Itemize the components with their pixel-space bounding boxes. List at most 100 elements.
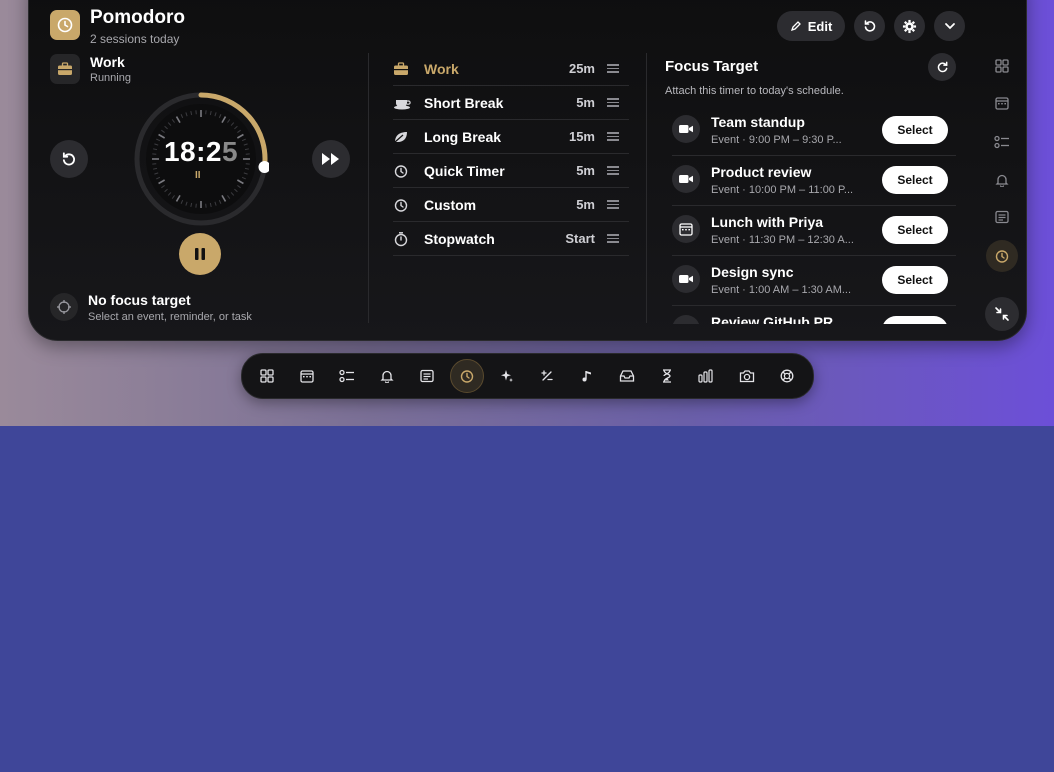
select-event-button[interactable]: Select [882,316,948,324]
event-title: Product review [711,164,812,180]
dock-bars-icon[interactable] [692,361,722,391]
mode-name: Quick Timer [424,162,505,179]
refresh-icon [936,61,949,74]
stopwatch-icon [393,231,415,247]
briefcase-icon [50,54,80,84]
mode-name: Short Break [424,94,504,111]
edit-button[interactable]: Edit [777,11,845,41]
paused-indicator: II [195,170,201,181]
mode-item-long-break[interactable]: Long Break 15m [393,120,629,154]
mode-name: Custom [424,196,477,213]
pencil-icon [790,20,802,32]
drag-handle-icon[interactable] [607,98,619,107]
timer-icon [393,163,415,179]
reset-icon [61,151,77,167]
focus-target-heading: Focus Target [665,58,759,75]
dock-calendar-icon[interactable] [292,361,322,391]
rail-timer-icon[interactable] [986,240,1018,272]
current-mode-label: Work [90,54,125,70]
drag-handle-icon[interactable] [607,132,619,141]
event-row: Product review Event · 10:00 PM – 11:00 P… [672,156,956,206]
drag-handle-icon[interactable] [607,234,619,243]
coffee-icon [393,96,415,110]
select-event-button[interactable]: Select [882,216,948,244]
mode-duration: 5m [576,163,595,178]
dock-lifebuoy-icon[interactable] [772,361,802,391]
event-title: Review GitHub PR [711,314,834,324]
dock-inbox-icon[interactable] [612,361,642,391]
collapse-icon [994,306,1010,322]
focus-target-title[interactable]: No focus target [88,292,191,308]
chevron-down-icon [943,19,957,33]
mode-item-custom[interactable]: Custom 5m [393,188,629,222]
video-icon [672,165,700,193]
select-event-button[interactable]: Select [882,166,948,194]
column-divider [368,53,369,323]
dock-bell-icon[interactable] [372,361,402,391]
app-timer-icon [50,10,80,40]
event-title: Lunch with Priya [711,214,824,230]
drag-handle-icon[interactable] [607,166,619,175]
select-event-button[interactable]: Select [882,266,948,294]
skip-button[interactable] [312,140,350,178]
dock-timer-icon[interactable] [450,359,484,393]
mode-duration: 15m [568,129,595,144]
refresh-events-button[interactable] [928,53,956,81]
pause-button[interactable] [179,233,221,275]
event-row: Design sync Event · 1:00 AM – 1:30 AM... S… [672,256,956,306]
event-title: Team standup [711,114,805,130]
video-icon [672,315,700,324]
event-row: Lunch with Priya Event · 11:30 PM – 12:30… [672,206,956,256]
mode-item-short-break[interactable]: Short Break 5m [393,86,629,120]
app-dock [241,353,814,399]
rail-notes-icon[interactable] [986,201,1018,233]
event-detail: Event · 10:00 PM – 11:00 P... [711,184,854,196]
timer-icon [393,197,415,213]
event-detail: Event · 9:00 PM – 9:30 P... [711,134,842,146]
rail-grid-icon[interactable] [986,50,1018,82]
app-title: Pomodoro [90,7,185,28]
dock-sparkle-icon[interactable] [492,361,522,391]
crosshair-icon[interactable] [50,293,78,321]
reset-icon [863,19,877,33]
dock-hourglass-icon[interactable] [652,361,682,391]
mode-name: Long Break [424,128,502,145]
briefcase-icon [393,61,415,76]
pause-icon [194,247,206,261]
app-subtitle: 2 sessions today [90,32,180,46]
dock-music-icon[interactable] [572,361,602,391]
event-list[interactable]: Team standup Event · 9:00 PM – 9:30 P... S… [672,106,956,324]
gear-icon [902,19,917,34]
mode-item-stopwatch[interactable]: Stopwatch Start [393,222,629,256]
reset-button[interactable] [854,11,885,41]
focus-target-subtitle: Select an event, reminder, or task [88,311,252,323]
leaf-icon [393,130,415,144]
mode-name: Stopwatch [424,230,495,247]
rail-checklist-icon[interactable] [986,126,1018,158]
event-row: Review GitHub PR Select [672,306,956,324]
calendar-icon [672,215,700,243]
time-remaining: 18:25 [163,136,239,167]
dock-checklist-icon[interactable] [332,361,362,391]
rail-bell-icon[interactable] [986,164,1018,196]
column-divider [646,53,647,323]
focus-target-description: Attach this timer to today's schedule. [665,85,844,97]
restart-timer-button[interactable] [50,140,88,178]
dock-grid-icon[interactable] [252,361,282,391]
event-row: Team standup Event · 9:00 PM – 9:30 P... S… [672,106,956,156]
mode-name: Work [424,60,459,77]
dock-calculator-icon[interactable] [532,361,562,391]
select-event-button[interactable]: Select [882,116,948,144]
dock-notes-icon[interactable] [412,361,442,391]
dock-camera-icon[interactable] [732,361,762,391]
mode-item-work[interactable]: Work 25m [393,52,629,86]
collapse-panel-button[interactable] [985,297,1019,331]
rail-calendar-icon[interactable] [986,87,1018,119]
settings-button[interactable] [894,11,925,41]
mode-item-quick-timer[interactable]: Quick Timer 5m [393,154,629,188]
drag-handle-icon[interactable] [607,64,619,73]
collapse-menu-button[interactable] [934,11,965,41]
mode-duration: 5m [576,197,595,212]
event-detail: Event · 11:30 PM – 12:30 A... [711,234,854,246]
drag-handle-icon[interactable] [607,200,619,209]
